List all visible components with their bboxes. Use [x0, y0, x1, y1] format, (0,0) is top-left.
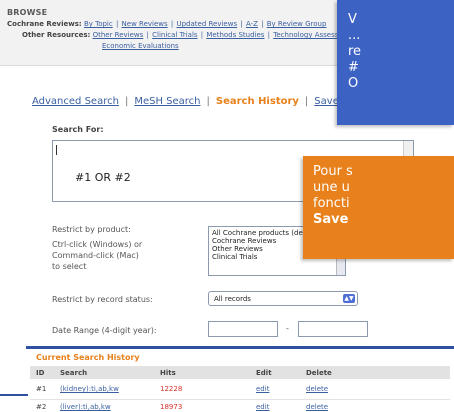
restrict-product-hint-2: Command-click (Mac)	[52, 251, 139, 260]
header-delete: Delete	[306, 369, 332, 377]
current-search-history: Current Search History ID Search Hits Ed…	[26, 346, 454, 412]
cochrane-reviews-row: Cochrane Reviews: By Topic | New Reviews…	[7, 20, 327, 28]
callout-line: une u	[313, 180, 350, 195]
search-for-label: Search For:	[52, 125, 104, 134]
link-new-reviews[interactable]: New Reviews	[122, 20, 168, 28]
chevron-down-icon[interactable]: ▲▼	[343, 294, 355, 303]
date-to-input[interactable]	[298, 321, 368, 337]
callout-line: Pour s	[313, 164, 353, 179]
history-table-header: ID Search Hits Edit Delete	[30, 366, 450, 379]
header-id: ID	[36, 369, 45, 377]
text-cursor	[56, 145, 57, 155]
row-hits: 18973	[160, 403, 183, 411]
link-by-review-group[interactable]: By Review Group	[267, 20, 327, 28]
restrict-product-hint-1: Ctrl-click (Windows) or	[52, 240, 143, 249]
tab-search-history[interactable]: Search History	[216, 96, 299, 107]
callout-line: re	[348, 44, 362, 59]
table-row: #1 (kidney):ti,ab,kw 12228 edit delete	[30, 382, 450, 396]
link-clinical-trials[interactable]: Clinical Trials	[152, 31, 197, 39]
search-query-text: #1 OR #2	[75, 171, 131, 184]
restrict-product-label: Restrict by product:	[52, 225, 131, 234]
link-other-reviews[interactable]: Other Reviews	[93, 31, 144, 39]
callout-line: ...	[348, 28, 361, 43]
row-delete-link[interactable]: delete	[306, 385, 328, 393]
date-range-label: Date Range (4-digit year):	[52, 326, 157, 335]
row-edit-link[interactable]: edit	[256, 385, 269, 393]
restrict-product-hint-3: to select	[52, 262, 87, 271]
table-row: #2 (liver):ti,ab,kw 18973 edit delete	[30, 399, 450, 412]
row-delete-link[interactable]: delete	[306, 403, 328, 411]
row-hits: 12228	[160, 385, 183, 393]
callout-line: O	[348, 76, 359, 91]
tab-advanced-search[interactable]: Advanced Search	[32, 96, 119, 107]
restrict-status-label: Restrict by record status:	[52, 295, 153, 304]
browse-title: BROWSE	[7, 8, 48, 17]
record-status-select[interactable]: All records ▲▼	[208, 291, 358, 306]
row-id: #2	[36, 403, 47, 411]
header-search: Search	[60, 369, 88, 377]
history-title: Current Search History	[36, 353, 140, 362]
link-by-topic[interactable]: By Topic	[84, 20, 113, 28]
row-search-link[interactable]: (kidney):ti,ab,kw	[60, 385, 119, 393]
link-updated-reviews[interactable]: Updated Reviews	[176, 20, 237, 28]
cochrane-reviews-label: Cochrane Reviews:	[7, 20, 82, 28]
row-id: #1	[36, 385, 47, 393]
pointer-line	[0, 394, 28, 396]
callout-line: foncti	[313, 196, 350, 211]
header-hits: Hits	[160, 369, 176, 377]
row-edit-link[interactable]: edit	[256, 403, 269, 411]
header-edit: Edit	[256, 369, 272, 377]
tab-mesh-search[interactable]: MeSH Search	[134, 96, 200, 107]
callout-line: #	[348, 60, 359, 75]
date-separator: -	[286, 324, 289, 333]
link-methods-studies[interactable]: Methods Studies	[206, 31, 264, 39]
record-status-value: All records	[214, 295, 251, 303]
link-economic-evaluations[interactable]: Economic Evaluations	[102, 42, 179, 50]
other-resources-row: Other Resources: Other Reviews | Clinica…	[22, 31, 361, 39]
other-resources-label: Other Resources:	[22, 31, 91, 39]
date-from-input[interactable]	[208, 321, 278, 337]
tooltip-callout-blue: V ... re # O	[337, 0, 454, 125]
row-search-link[interactable]: (liver):ti,ab,kw	[60, 403, 111, 411]
link-a-z[interactable]: A-Z	[246, 20, 258, 28]
callout-line: Save	[313, 212, 349, 227]
callout-line: V	[348, 12, 357, 27]
tooltip-callout-orange: Pour s une u foncti Save	[303, 156, 454, 259]
economic-row: Economic Evaluations	[102, 42, 179, 50]
